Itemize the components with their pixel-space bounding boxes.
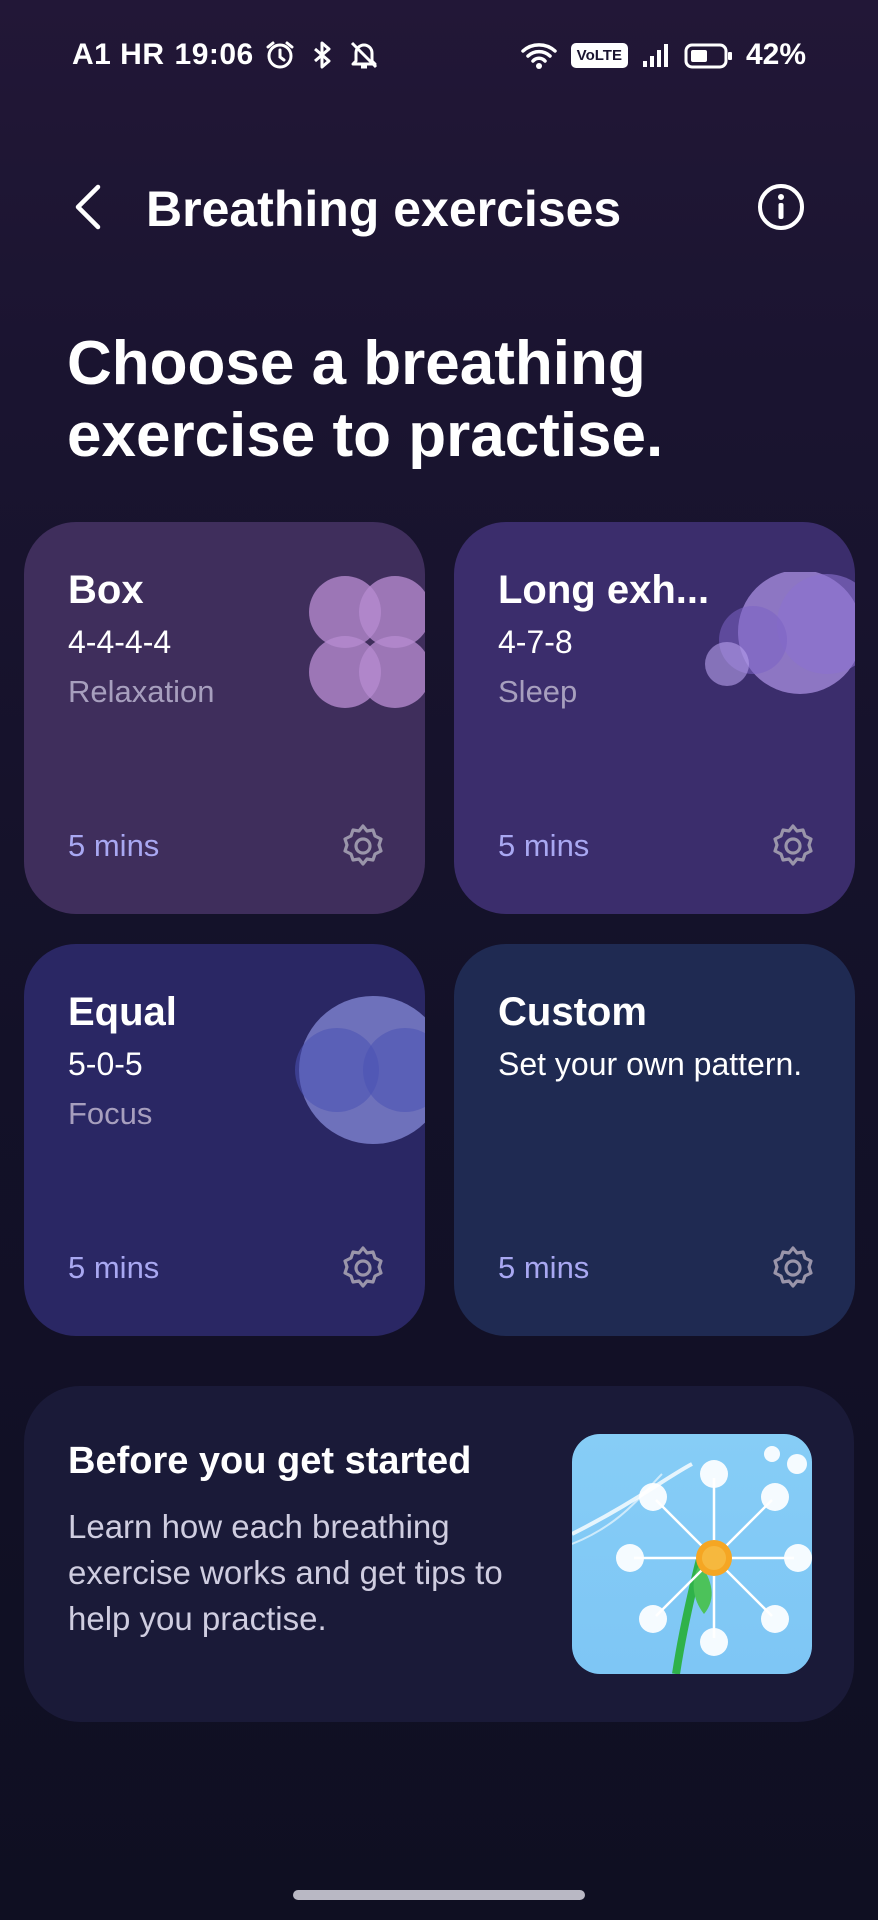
card-duration: 5 mins — [498, 828, 590, 863]
status-right: VoLTE 42% — [519, 38, 806, 72]
before-you-start-card[interactable]: Before you get started Learn how each br… — [24, 1386, 854, 1722]
app-header: Breathing exercises — [0, 160, 878, 270]
card-duration: 5 mins — [68, 828, 160, 863]
settings-button[interactable] — [339, 822, 387, 870]
section-heading: Choose a breathing exercise to practise. — [67, 329, 664, 470]
back-arrow-icon — [75, 184, 101, 230]
card-pattern: 5-0-5 — [68, 1046, 143, 1082]
info-card-body: Learn how each breathing exercise works … — [68, 1508, 503, 1637]
wifi-icon — [519, 39, 559, 71]
exercise-card-equal[interactable]: Equal 5-0-5 Focus 5 mins — [24, 944, 425, 1336]
card-title: Long exh... — [498, 568, 710, 612]
card-pattern: 4-4-4-4 — [68, 624, 172, 660]
box-breathing-illustration — [309, 576, 425, 708]
bluetooth-icon — [306, 39, 338, 71]
silent-bell-icon — [348, 39, 380, 71]
battery-icon — [684, 39, 734, 71]
home-indicator[interactable] — [293, 1890, 585, 1900]
dandelion-illustration — [572, 1434, 812, 1674]
card-type: Relaxation — [68, 674, 215, 709]
card-duration: 5 mins — [68, 1250, 160, 1285]
info-card-title: Before you get started — [68, 1440, 472, 1482]
alarm-icon — [264, 39, 296, 71]
exercise-card-long-exhale[interactable]: Long exh... 4-7-8 Sleep 5 mins — [454, 522, 855, 914]
gear-icon — [343, 824, 383, 866]
card-duration: 5 mins — [498, 1250, 590, 1285]
card-pattern: Set your own pattern. — [498, 1046, 803, 1082]
page-title: Breathing exercises — [146, 181, 622, 237]
battery-percentage: 42% — [745, 38, 806, 71]
card-type: Focus — [68, 1096, 153, 1131]
carrier-label: A1 HR — [72, 38, 165, 71]
clock: 19:06 — [174, 38, 254, 71]
card-type: Sleep — [498, 674, 578, 709]
settings-button[interactable] — [769, 1244, 817, 1292]
info-button[interactable] — [746, 172, 816, 242]
info-icon — [758, 184, 804, 230]
settings-button[interactable] — [769, 822, 817, 870]
gear-icon — [773, 1246, 813, 1288]
card-title: Equal — [68, 990, 177, 1034]
exercise-card-custom[interactable]: Custom Set your own pattern. 5 mins — [454, 944, 855, 1336]
back-button[interactable] — [60, 172, 116, 242]
volte-badge: VoLTE — [570, 42, 628, 68]
status-bar: A1 HR 19:06 VoLTE 42% — [0, 0, 878, 116]
card-title: Box — [68, 568, 144, 612]
equal-breathing-illustration — [295, 996, 425, 1144]
gear-icon — [773, 824, 813, 866]
status-left: A1 HR 19:06 — [72, 38, 380, 72]
signal-icon — [640, 39, 672, 71]
gear-icon — [343, 1246, 383, 1288]
exercise-card-box[interactable]: Box 4-4-4-4 Relaxation 5 mins — [24, 522, 425, 914]
card-pattern: 4-7-8 — [498, 624, 573, 660]
card-title: Custom — [498, 990, 647, 1034]
long-exhale-illustration — [705, 572, 855, 694]
settings-button[interactable] — [339, 1244, 387, 1292]
